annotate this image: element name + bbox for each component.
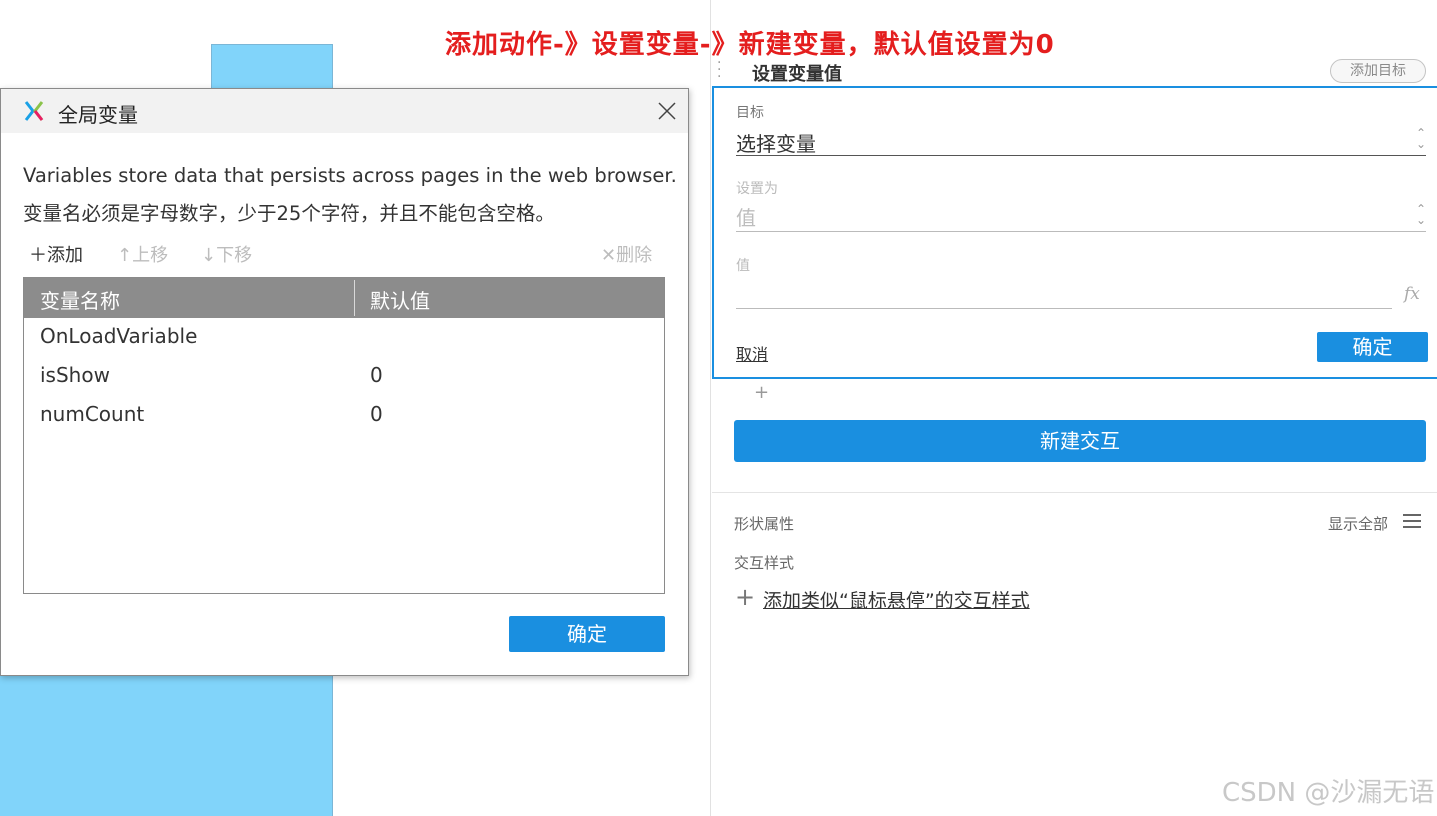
target-select[interactable]: 选择变量 — [736, 128, 816, 157]
variable-name-cell[interactable]: isShow — [40, 363, 110, 387]
drag-handle-icon[interactable]: · · · — [717, 56, 723, 84]
dialog-title: 全局变量 — [58, 103, 138, 127]
cancel-link[interactable]: 取消 — [736, 341, 768, 365]
canvas-rectangle-shape-lower[interactable] — [0, 676, 333, 816]
target-select-chevron-icon[interactable]: ⌃ ⌄ — [1414, 127, 1428, 150]
variables-table: 变量名称 默认值 OnLoadVariable isShow 0 numCoun… — [23, 277, 665, 594]
target-underline — [736, 155, 1426, 156]
panel-divider — [710, 0, 711, 816]
annotation-banner: 添加动作-》设置变量-》新建变量，默认值设置为0 — [445, 30, 1055, 60]
interaction-style-heading: 交互样式 — [734, 554, 795, 572]
dialog-description: Variables store data that persists acros… — [23, 157, 677, 233]
variable-default-cell[interactable]: 0 — [370, 402, 383, 426]
table-row[interactable]: numCount 0 — [40, 398, 660, 434]
set-variable-action-editor: 目标 选择变量 ⌃ ⌄ 设置为 值 ⌃ ⌄ 值 fx 取消 确定 — [712, 86, 1437, 379]
variable-name-cell[interactable]: OnLoadVariable — [40, 324, 197, 348]
add-variable-button[interactable]: ＋添加 — [29, 241, 83, 267]
column-header-name: 变量名称 — [40, 289, 120, 313]
value-label: 值 — [736, 258, 750, 274]
value-underline — [736, 308, 1392, 309]
table-row[interactable]: OnLoadVariable — [40, 320, 660, 356]
dialog-header: 全局变量 — [1, 89, 688, 133]
new-interaction-button[interactable]: 新建交互 — [734, 420, 1426, 462]
value-input[interactable] — [736, 278, 1391, 306]
dialog-ok-button[interactable]: 确定 — [509, 616, 665, 652]
add-target-button[interactable]: 添加目标 — [1330, 59, 1426, 83]
variable-toolbar: ＋添加 ↑上移 ↓下移 ✕删除 — [29, 241, 661, 267]
menu-icon[interactable] — [1403, 514, 1421, 530]
target-label: 目标 — [736, 105, 764, 121]
add-interaction-style-link[interactable]: 添加类似“鼠标悬停”的交互样式 — [763, 586, 1030, 613]
set-to-select-chevron-icon[interactable]: ⌃ ⌄ — [1414, 203, 1428, 226]
screen: 添加动作-》设置变量-》新建变量，默认值设置为0 全局变量 Variables … — [0, 0, 1437, 816]
show-all-link[interactable]: 显示全部 — [1328, 513, 1388, 534]
watermark: CSDN @沙漏无语 — [1222, 778, 1435, 808]
variable-name-cell[interactable]: numCount — [40, 402, 144, 426]
add-style-plus-icon[interactable]: + — [735, 584, 755, 610]
column-header-default: 默认值 — [370, 289, 430, 313]
set-to-select[interactable]: 值 — [736, 202, 756, 231]
section-divider — [712, 492, 1437, 493]
table-row[interactable]: isShow 0 — [40, 359, 660, 395]
move-up-button[interactable]: ↑上移 — [117, 241, 168, 267]
column-divider[interactable] — [354, 280, 355, 316]
set-to-underline — [736, 231, 1426, 232]
add-action-plus-icon[interactable]: + — [754, 382, 769, 403]
axure-logo-icon — [24, 101, 44, 121]
shape-properties-heading: 形状属性 — [734, 515, 795, 533]
description-english: Variables store data that persists acros… — [23, 164, 677, 187]
move-down-button[interactable]: ↓下移 — [201, 241, 252, 267]
action-ok-button[interactable]: 确定 — [1317, 332, 1428, 362]
action-title: 设置变量值 — [752, 64, 842, 85]
table-header: 变量名称 默认值 — [24, 278, 664, 318]
delete-variable-button[interactable]: ✕删除 — [601, 241, 652, 267]
variable-default-cell[interactable]: 0 — [370, 363, 383, 387]
close-icon[interactable] — [656, 100, 678, 122]
description-chinese: 变量名必须是字母数字，少于25个字符，并且不能包含空格。 — [23, 202, 555, 225]
set-to-label: 设置为 — [736, 181, 778, 197]
global-variables-dialog: 全局变量 Variables store data that persists … — [0, 88, 689, 676]
fx-icon[interactable]: fx — [1404, 284, 1420, 304]
